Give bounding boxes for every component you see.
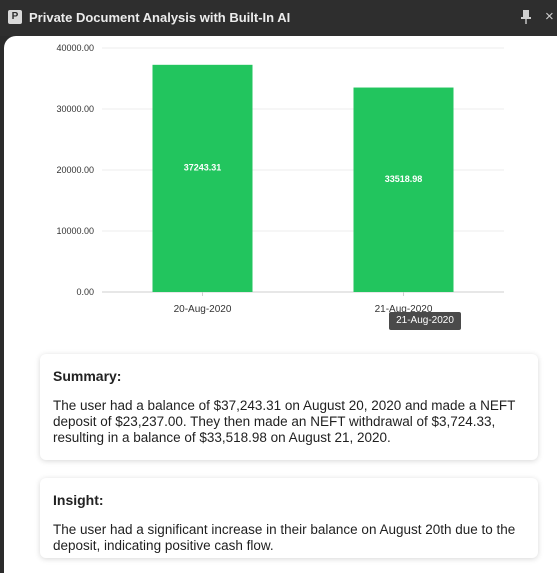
y-tick-label: 10000.00 [56,226,94,236]
summary-heading: Summary: [53,368,122,384]
pin-icon[interactable] [519,9,533,25]
close-icon[interactable]: × [545,8,557,26]
summary-card: Summary: The user had a balance of $37,2… [40,354,538,460]
insight-text: The user had a significant increase in t… [53,522,516,553]
window-title: Private Document Analysis with Built-In … [29,10,291,25]
y-tick-label: 20000.00 [56,165,94,175]
bar [353,87,454,292]
bar-chart: 0.00 10000.00 20000.00 30000.00 40000.00 3724… [56,43,504,315]
bar [152,64,253,292]
x-tick-label: 20-Aug-2020 [174,304,232,315]
insight-card: Insight: The user had a significant incr… [40,478,538,558]
title-bar: P Private Document Analysis with Built-I… [0,0,557,36]
y-tick-label: 40000.00 [56,43,94,53]
y-tick-label: 0.00 [76,287,94,297]
bar-data-label: 37243.31 [184,162,222,172]
content-panel: 0.00 10000.00 20000.00 30000.00 40000.00 3724… [4,36,557,573]
chart-tooltip: 21-Aug-2020 [389,312,461,330]
summary-text: The user had a balance of $37,243.31 on … [53,398,516,445]
bar-data-label: 33518.98 [385,174,423,184]
y-tick-label: 30000.00 [56,104,94,114]
insight-heading: Insight: [53,492,104,508]
app-icon: P [8,10,22,24]
